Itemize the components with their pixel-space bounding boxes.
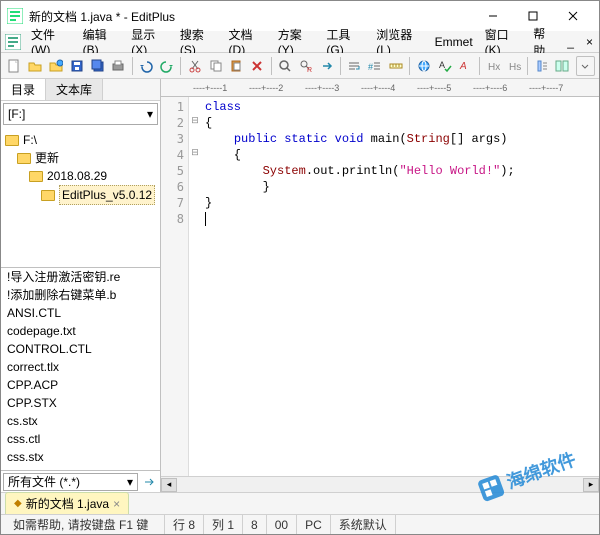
list-item[interactable]: correct.tlx <box>1 358 160 376</box>
folder-tree[interactable]: F:\ 更新 2018.08.29 EditPlus_v5.0.12 <box>1 127 160 267</box>
menu-corner-close-icon[interactable]: × <box>580 33 599 51</box>
document-tab-label: 新的文档 1.java <box>26 495 109 512</box>
delete-icon[interactable] <box>248 56 267 76</box>
filter-row: 所有文件 (*.*) ▾ <box>1 470 160 492</box>
sidebar: 目录 文本库 [F:] ▾ F:\ 更新 2018.08.29 EditPlus… <box>1 79 161 492</box>
chevron-down-icon: ▾ <box>147 107 153 121</box>
svg-text:A: A <box>439 60 445 70</box>
folder-icon <box>41 190 55 201</box>
status-total: 8 <box>243 515 267 534</box>
redo-icon[interactable] <box>158 56 177 76</box>
hex-s-icon[interactable]: Hs <box>505 56 524 76</box>
browser-icon[interactable] <box>414 56 433 76</box>
main-area: 目录 文本库 [F:] ▾ F:\ 更新 2018.08.29 EditPlus… <box>1 79 599 492</box>
paste-icon[interactable] <box>227 56 246 76</box>
line-gutter: 12345678 <box>161 97 189 476</box>
list-item[interactable]: !添加删除右键菜单.b <box>1 286 160 304</box>
folder-icon <box>5 135 19 146</box>
scroll-left-icon[interactable]: ◂ <box>161 478 177 492</box>
chevron-down-icon: ▾ <box>127 475 133 489</box>
list-item[interactable]: CPP.ACP <box>1 376 160 394</box>
line-number-icon[interactable]: # <box>366 56 385 76</box>
menu-bar: 文件(W) 编辑(B) 显示(X) 搜索(S) 文档(D) 方案(Y) 工具(G… <box>1 31 599 53</box>
compare-icon[interactable] <box>553 56 572 76</box>
editor-area: ----+----1----+----2----+----3----+----4… <box>161 79 599 492</box>
filter-shortcut-icon[interactable] <box>140 473 160 491</box>
app-icon <box>7 8 23 24</box>
list-item[interactable]: ANSI.CTL <box>1 304 160 322</box>
document-tabs: ◆ 新的文档 1.java × <box>1 492 599 514</box>
list-item[interactable]: css.stx <box>1 448 160 466</box>
list-item[interactable]: cs.stx <box>1 412 160 430</box>
svg-text:A: A <box>459 61 467 72</box>
ruler: ----+----1----+----2----+----3----+----4… <box>161 79 599 97</box>
fold-gutter[interactable]: ⊟⊟ <box>189 97 201 476</box>
document-tab[interactable]: ◆ 新的文档 1.java × <box>5 492 129 515</box>
drive-label: [F:] <box>8 107 25 121</box>
svg-text:Hs: Hs <box>509 62 521 73</box>
save-all-icon[interactable] <box>88 56 107 76</box>
status-char: 00 <box>267 515 297 534</box>
column-select-icon[interactable] <box>532 56 551 76</box>
horizontal-scroll[interactable]: ◂ ▸ <box>161 476 599 492</box>
list-item[interactable]: !导入注册激活密钥.re <box>1 268 160 286</box>
open-remote-icon[interactable] <box>47 56 66 76</box>
sidebar-tab-directory[interactable]: 目录 <box>1 79 46 100</box>
replace-icon[interactable]: R <box>296 56 315 76</box>
close-tab-icon[interactable]: × <box>113 497 120 511</box>
toolbar: R # A A Hx Hs <box>1 53 599 79</box>
svg-text:Hx: Hx <box>488 62 500 73</box>
sidebar-tabs: 目录 文本库 <box>1 79 160 101</box>
text-cursor <box>205 212 206 226</box>
spell-check-icon[interactable]: A <box>435 56 454 76</box>
status-encoding: 系统默认 <box>331 515 396 534</box>
scroll-right-icon[interactable]: ▸ <box>583 478 599 492</box>
list-item[interactable]: CPP.STX <box>1 394 160 412</box>
tree-node: F:\ <box>5 131 156 149</box>
svg-text:R: R <box>307 67 312 73</box>
tree-node: EditPlus_v5.0.12 <box>5 185 156 205</box>
status-line: 行 8 <box>165 515 204 534</box>
tree-node: 2018.08.29 <box>5 167 156 185</box>
copy-icon[interactable] <box>206 56 225 76</box>
undo-icon[interactable] <box>137 56 156 76</box>
menu-emmet[interactable]: Emmet <box>429 33 479 51</box>
toolbar-options-icon[interactable] <box>576 56 595 76</box>
hex-h-icon[interactable]: Hx <box>484 56 503 76</box>
find-icon[interactable] <box>276 56 295 76</box>
new-file-icon[interactable] <box>5 56 24 76</box>
system-menu-icon[interactable] <box>5 34 21 50</box>
ruler-icon[interactable] <box>387 56 406 76</box>
cut-icon[interactable] <box>185 56 204 76</box>
code-editor[interactable]: 12345678 ⊟⊟ class { public static void m… <box>161 97 599 476</box>
file-list[interactable]: !导入注册激活密钥.re !添加删除右键菜单.b ANSI.CTL codepa… <box>1 268 160 466</box>
sidebar-tab-cliptext[interactable]: 文本库 <box>46 79 103 100</box>
wordwrap-icon[interactable] <box>345 56 364 76</box>
file-filter-selector[interactable]: 所有文件 (*.*) ▾ <box>3 473 138 491</box>
folder-icon <box>17 153 31 164</box>
status-help: 如需帮助, 请按键盘 F1 键 <box>5 515 165 534</box>
folder-icon <box>29 171 43 182</box>
window-title: 新的文档 1.java * - EditPlus <box>29 8 473 25</box>
list-item[interactable]: codepage.txt <box>1 322 160 340</box>
highlight-icon[interactable]: A <box>456 56 475 76</box>
list-item[interactable]: css.ctl <box>1 430 160 448</box>
list-item[interactable]: CONTROL.CTL <box>1 340 160 358</box>
status-mode: PC <box>297 515 331 534</box>
code-content[interactable]: class { public static void main(String[]… <box>201 97 599 476</box>
modified-indicator-icon: ◆ <box>14 498 22 509</box>
status-column: 列 1 <box>204 515 243 534</box>
filter-label: 所有文件 (*.*) <box>8 473 80 490</box>
status-bar: 如需帮助, 请按键盘 F1 键 行 8 列 1 8 00 PC 系统默认 <box>1 514 599 534</box>
drive-selector[interactable]: [F:] ▾ <box>3 103 158 125</box>
svg-text:#: # <box>368 62 373 72</box>
menu-corner-min-icon[interactable]: _ <box>561 33 580 51</box>
open-file-icon[interactable] <box>26 56 45 76</box>
save-icon[interactable] <box>67 56 86 76</box>
goto-icon[interactable] <box>317 56 336 76</box>
print-icon[interactable] <box>109 56 128 76</box>
tree-node: 更新 <box>5 149 156 167</box>
